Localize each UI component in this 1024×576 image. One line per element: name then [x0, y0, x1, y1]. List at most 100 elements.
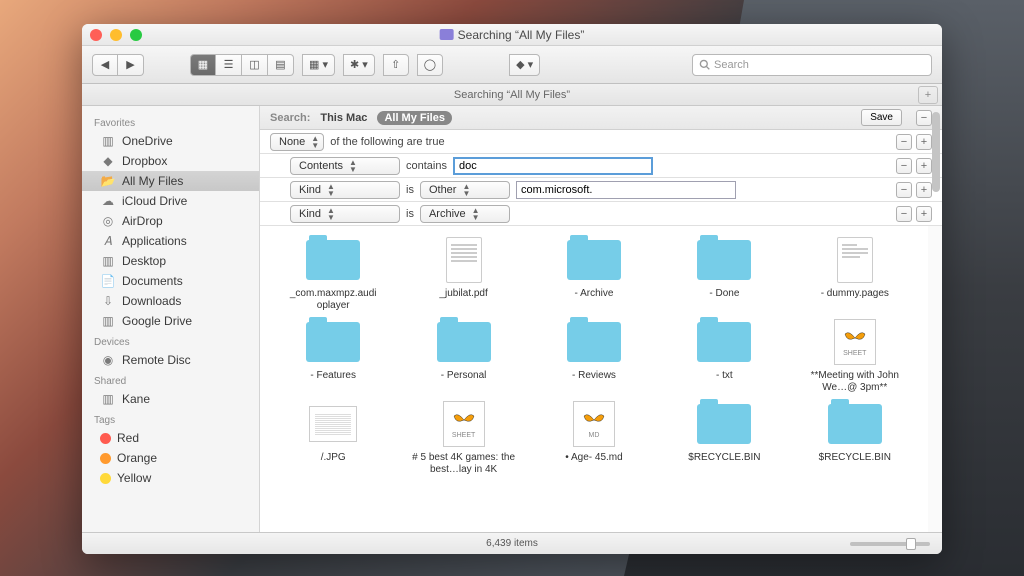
rule-remove-button[interactable]: − [896, 134, 912, 150]
file-name: **Meeting with John We…@ 3pm** [800, 370, 910, 394]
dropbox-button[interactable]: ◆ ▾ [509, 54, 540, 76]
zoom-slider[interactable] [850, 542, 930, 546]
folder-icon [306, 240, 360, 280]
rule-row-2: Kind▲▼ is Other▲▼ − + [260, 178, 942, 202]
rule2-val-dropdown[interactable]: Other▲▼ [420, 181, 510, 199]
file-item[interactable]: $RECYCLE.BIN [661, 400, 787, 476]
file-item[interactable]: - dummy.pages [792, 236, 918, 312]
folder-icon [567, 322, 621, 362]
disc-icon: ◉ [100, 353, 116, 367]
file-item[interactable]: - Personal [400, 318, 526, 394]
match-dropdown[interactable]: None▲▼ [270, 133, 324, 151]
file-item[interactable]: SHEET# 5 best 4K games: the best…lay in … [400, 400, 526, 476]
file-name: # 5 best 4K games: the best…lay in 4K [409, 452, 519, 476]
sidebar-icon: ⇩ [100, 294, 116, 308]
close-icon[interactable] [90, 29, 102, 41]
tags-button[interactable]: ◯ [417, 54, 443, 76]
file-item[interactable]: - Done [661, 236, 787, 312]
sidebar-icon: ▥ [100, 314, 116, 328]
sidebar-item-onedrive[interactable]: ▥OneDrive [82, 131, 259, 151]
sidebar-icon: ▥ [100, 134, 116, 148]
sidebar-item-applications[interactable]: 𝐴Applications [82, 231, 259, 251]
file-item[interactable]: - txt [661, 318, 787, 394]
arrange-button[interactable]: ▦ ▾ [302, 54, 335, 76]
tag-dot-icon [100, 453, 111, 464]
sidebar-item-kane[interactable]: ▥Kane [82, 389, 259, 409]
action-button[interactable]: ✱ ▾ [343, 54, 375, 76]
sidebar-item-dropbox[interactable]: ◆Dropbox [82, 151, 259, 171]
search-input[interactable]: Search [692, 54, 932, 76]
file-item[interactable]: /.JPG [270, 400, 396, 476]
sidebar-item-desktop[interactable]: ▥Desktop [82, 251, 259, 271]
sidebar-item-all-my-files[interactable]: 📂All My Files [82, 171, 259, 191]
rule3-val-dropdown[interactable]: Archive▲▼ [420, 205, 510, 223]
file-name: - Archive [575, 288, 614, 300]
rule-remove-button[interactable]: − [896, 182, 912, 198]
sidebar: Favorites ▥OneDrive◆Dropbox📂All My Files… [82, 106, 260, 532]
scrollbar[interactable] [928, 106, 942, 510]
content-area: Search: This Mac All My Files Save − Non… [260, 106, 942, 532]
sidebar-icon: ◎ [100, 214, 116, 228]
sidebar-item-airdrop[interactable]: ◎AirDrop [82, 211, 259, 231]
minimize-icon[interactable] [110, 29, 122, 41]
file-item[interactable]: SHEET **Meeting with John We…@ 3pm** [792, 318, 918, 394]
rule3-attr-dropdown[interactable]: Kind▲▼ [290, 205, 400, 223]
tag-red[interactable]: Red [82, 428, 259, 448]
match-suffix: of the following are true [330, 136, 444, 148]
sidebar-header-favorites: Favorites [82, 112, 259, 131]
view-list-button[interactable]: ☰ [216, 54, 242, 76]
file-item[interactable]: - Archive [531, 236, 657, 312]
rule2-extra-input[interactable] [516, 181, 736, 199]
rule1-attr-dropdown[interactable]: Contents▲▼ [290, 157, 400, 175]
finder-window: Searching “All My Files” ◀ ▶ ▦ ☰ ◫ ▤ ▦ ▾… [82, 24, 942, 554]
item-count: 6,439 items [486, 538, 538, 549]
scope-this-mac[interactable]: This Mac [320, 112, 367, 124]
tag-yellow[interactable]: Yellow [82, 468, 259, 488]
save-search-button[interactable]: Save [861, 109, 902, 126]
rule1-value-input[interactable] [453, 157, 653, 175]
sidebar-icon: ◆ [100, 154, 116, 168]
file-item[interactable]: MD• Age- 45.md [531, 400, 657, 476]
sidebar-item-downloads[interactable]: ⇩Downloads [82, 291, 259, 311]
file-item[interactable]: _com.maxmpz.audi oplayer [270, 236, 396, 312]
sidebar-header-tags: Tags [82, 409, 259, 428]
file-item[interactable]: _jubilat.pdf [400, 236, 526, 312]
file-name: /.JPG [321, 452, 346, 464]
rule-remove-button[interactable]: − [896, 206, 912, 222]
toolbar: ◀ ▶ ▦ ☰ ◫ ▤ ▦ ▾ ✱ ▾ ⇧ ◯ ◆ ▾ Search [82, 46, 942, 84]
forward-button[interactable]: ▶ [118, 54, 144, 76]
folder-icon [306, 322, 360, 362]
zoom-icon[interactable] [130, 29, 142, 41]
rule-remove-button[interactable]: − [896, 158, 912, 174]
folder-icon [567, 240, 621, 280]
file-name: • Age- 45.md [565, 452, 622, 464]
file-item[interactable]: - Reviews [531, 318, 657, 394]
tag-dot-icon [100, 473, 111, 484]
share-button[interactable]: ⇧ [383, 54, 409, 76]
folder-icon [697, 404, 751, 444]
sidebar-item-google-drive[interactable]: ▥Google Drive [82, 311, 259, 331]
view-coverflow-button[interactable]: ▤ [268, 54, 294, 76]
butterfly-icon: SHEET [834, 319, 876, 365]
search-icon [699, 59, 710, 70]
back-button[interactable]: ◀ [92, 54, 118, 76]
scope-all-my-files[interactable]: All My Files [377, 111, 452, 125]
sidebar-item-documents[interactable]: 📄Documents [82, 271, 259, 291]
file-item[interactable]: $RECYCLE.BIN [792, 400, 918, 476]
tag-orange[interactable]: Orange [82, 448, 259, 468]
pages-icon [837, 237, 873, 283]
titlebar: Searching “All My Files” [82, 24, 942, 46]
folder-icon [440, 29, 454, 40]
view-icons-button[interactable]: ▦ [190, 54, 216, 76]
rule2-attr-dropdown[interactable]: Kind▲▼ [290, 181, 400, 199]
file-item[interactable]: - Features [270, 318, 396, 394]
search-label: Search: [270, 112, 310, 124]
view-columns-button[interactable]: ◫ [242, 54, 268, 76]
add-tab-button[interactable]: + [918, 86, 938, 104]
computer-icon: ▥ [100, 392, 116, 406]
sidebar-icon: 📄 [100, 274, 116, 288]
sidebar-icon: 📂 [100, 174, 116, 188]
sidebar-item-remote-disc[interactable]: ◉Remote Disc [82, 350, 259, 370]
rule-match-row: None▲▼ of the following are true − + [260, 130, 942, 154]
sidebar-item-icloud-drive[interactable]: ☁iCloud Drive [82, 191, 259, 211]
